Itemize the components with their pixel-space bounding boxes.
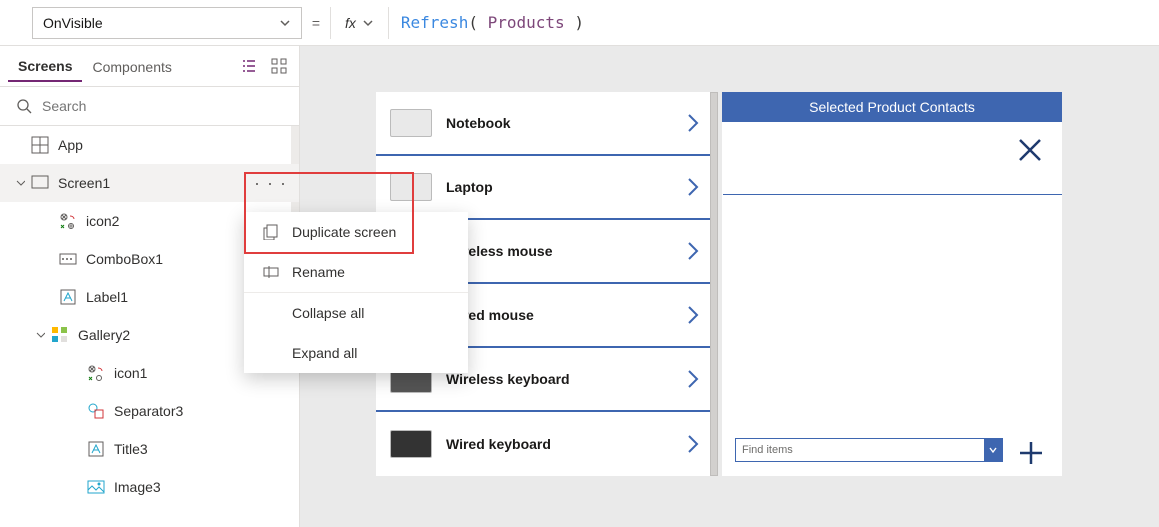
property-dropdown[interactable]: OnVisible — [32, 7, 302, 39]
screen-icon — [30, 173, 50, 193]
search-box[interactable] — [0, 86, 299, 126]
gallery-item-label: Wireless keyboard — [446, 371, 570, 387]
label-icon — [86, 439, 106, 459]
tree-label: App — [58, 137, 83, 153]
equals-label: = — [302, 15, 330, 31]
gallery-item[interactable]: Notebook — [376, 92, 710, 156]
tree-label: Title3 — [114, 441, 148, 457]
caret-icon[interactable] — [34, 330, 46, 340]
tree-label: icon1 — [114, 365, 147, 381]
chevron-right-icon[interactable] — [686, 240, 700, 262]
image-icon — [86, 477, 106, 497]
product-image — [390, 109, 432, 137]
gallery-item[interactable]: Wired keyboard — [376, 412, 710, 476]
menu-rename[interactable]: Rename — [244, 252, 468, 292]
tree-list-icon[interactable] — [237, 54, 261, 78]
fx-button[interactable]: fx — [330, 7, 389, 39]
divider — [723, 194, 1062, 195]
gallery-icon — [50, 325, 70, 345]
chevron-down-icon — [988, 445, 998, 455]
chevron-right-icon[interactable] — [686, 112, 700, 134]
property-dropdown-label: OnVisible — [43, 15, 103, 31]
chevron-down-icon — [362, 17, 374, 29]
tree-tabs: Screens Components — [0, 46, 299, 86]
gallery-item-label: Laptop — [446, 179, 493, 195]
tab-screens-label: Screens — [18, 58, 72, 74]
rename-icon — [262, 263, 280, 281]
tree-item-separator3[interactable]: Separator3 — [0, 392, 299, 430]
separator-icon — [86, 401, 106, 421]
chevron-right-icon[interactable] — [686, 433, 700, 455]
tree-label: ComboBox1 — [86, 251, 163, 267]
tree-grid-icon[interactable] — [267, 54, 291, 78]
search-input[interactable] — [42, 98, 283, 114]
tree-label: Separator3 — [114, 403, 183, 419]
formula-token-datasource: Products — [488, 13, 565, 32]
formula-bar: OnVisible = fx Refresh( Products ) — [0, 0, 1159, 46]
groupicon-icon — [58, 211, 78, 231]
duplicate-icon — [262, 223, 280, 241]
tab-components-label: Components — [92, 59, 171, 75]
combobox-icon — [58, 249, 78, 269]
menu-duplicate-screen[interactable]: Duplicate screen — [244, 212, 468, 252]
menu-item-label: Rename — [292, 264, 345, 280]
close-button[interactable] — [1016, 136, 1044, 164]
formula-token-paren: ( — [468, 13, 478, 32]
add-button[interactable] — [1016, 438, 1046, 468]
gallery-item-label: Notebook — [446, 115, 511, 131]
tree-label: Gallery2 — [78, 327, 130, 343]
formula-token-function: Refresh — [401, 13, 468, 32]
menu-item-label: Expand all — [292, 345, 357, 361]
find-items-combobox[interactable]: Find items — [735, 438, 1003, 462]
tab-components[interactable]: Components — [82, 51, 181, 81]
search-icon — [16, 98, 32, 114]
screen-context-menu: Duplicate screen Rename Collapse all Exp… — [244, 212, 468, 373]
contacts-header-label: Selected Product Contacts — [809, 99, 975, 115]
chevron-right-icon[interactable] — [686, 368, 700, 390]
chevron-right-icon[interactable] — [686, 304, 700, 326]
tree-item-image3[interactable]: Image3 — [0, 468, 299, 506]
formula-token-paren: ) — [574, 13, 584, 32]
chevron-right-icon[interactable] — [686, 176, 700, 198]
menu-collapse-all[interactable]: Collapse all — [244, 293, 468, 333]
gallery-item[interactable]: Laptop — [376, 156, 710, 220]
label-icon — [58, 287, 78, 307]
menu-expand-all[interactable]: Expand all — [244, 333, 468, 373]
caret-icon[interactable] — [14, 178, 26, 188]
contacts-header: Selected Product Contacts — [722, 92, 1062, 122]
tree-item-app[interactable]: App — [0, 126, 299, 164]
chevron-down-icon — [279, 17, 291, 29]
product-image — [390, 173, 432, 201]
close-icon — [1016, 136, 1044, 164]
fx-label: fx — [345, 15, 356, 31]
menu-item-label: Collapse all — [292, 305, 364, 321]
tree-label: Label1 — [86, 289, 128, 305]
groupicon-icon — [86, 363, 106, 383]
app-icon — [30, 135, 50, 155]
product-image — [390, 430, 432, 458]
gallery-scrollbar[interactable] — [710, 92, 718, 476]
formula-input[interactable]: Refresh( Products ) — [389, 13, 596, 32]
tree-label: Image3 — [114, 479, 161, 495]
contacts-panel: Selected Product Contacts Find items — [722, 92, 1062, 476]
combobox-placeholder: Find items — [736, 444, 984, 456]
plus-icon — [1016, 438, 1046, 468]
gallery-item-label: Wired keyboard — [446, 436, 551, 452]
tree-label: icon2 — [86, 213, 119, 229]
tab-screens[interactable]: Screens — [8, 50, 82, 82]
combobox-dropdown-button[interactable] — [984, 439, 1002, 461]
tree-item-screen1[interactable]: Screen1 · · · — [0, 164, 299, 202]
tree-label: Screen1 — [58, 175, 110, 191]
tree-item-title3[interactable]: Title3 — [0, 430, 299, 468]
more-button[interactable]: · · · — [254, 173, 287, 194]
menu-item-label: Duplicate screen — [292, 224, 396, 240]
